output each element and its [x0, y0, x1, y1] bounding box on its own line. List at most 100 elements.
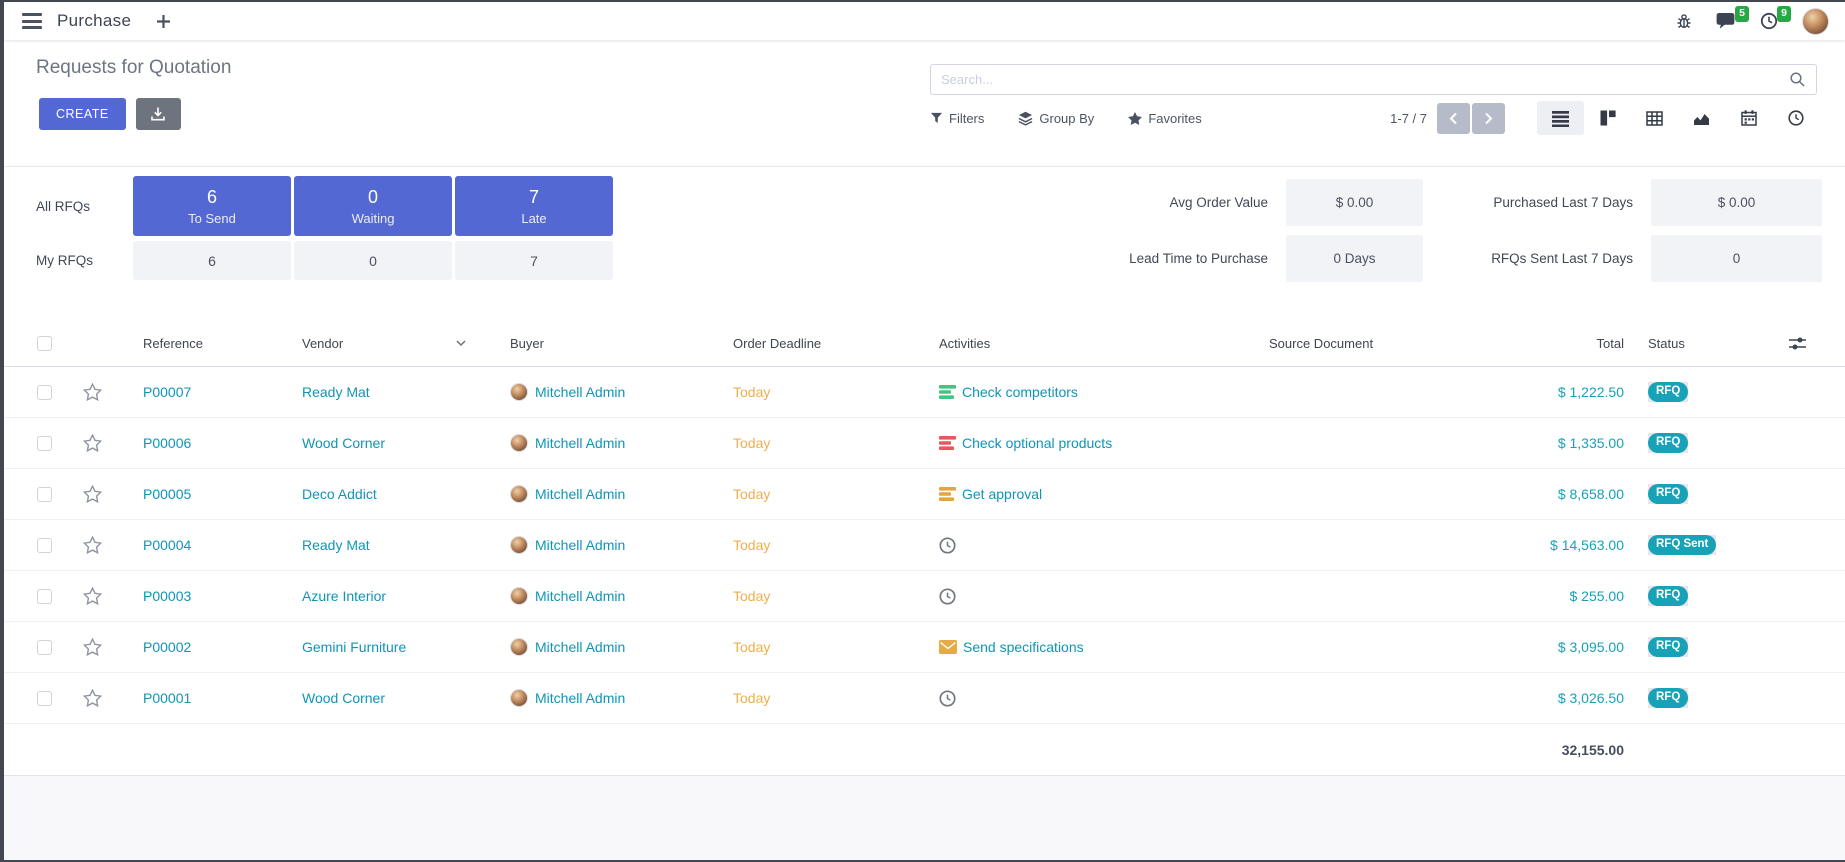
select-all-checkbox[interactable] — [37, 336, 52, 351]
column-header-status[interactable]: Status — [1632, 320, 1774, 366]
clock-activity-icon[interactable] — [939, 588, 956, 605]
vendor-link[interactable]: Gemini Furniture — [302, 639, 406, 655]
reference-link[interactable]: P00004 — [143, 537, 191, 553]
reference-link[interactable]: P00006 — [143, 435, 191, 451]
clock-activity-icon[interactable] — [939, 537, 956, 554]
table-row[interactable]: P00002 Gemini Furniture Mitchell Admin T… — [4, 622, 1845, 673]
favorite-star-icon[interactable] — [83, 383, 102, 401]
kanban-view-button[interactable] — [1584, 101, 1631, 135]
buyer-link[interactable]: Mitchell Admin — [535, 435, 625, 451]
favorite-star-icon[interactable] — [83, 638, 102, 656]
vendor-link[interactable]: Deco Addict — [302, 486, 377, 502]
column-header-buyer[interactable]: Buyer — [484, 320, 704, 366]
table-row[interactable]: P00001 Wood Corner Mitchell Admin Today … — [4, 673, 1845, 724]
graph-view-button[interactable] — [1678, 101, 1725, 135]
column-header-activities[interactable]: Activities — [924, 320, 1244, 366]
column-header-order-deadline[interactable]: Order Deadline — [704, 320, 924, 366]
kpi-grid: Avg Order Value $ 0.00 Purchased Last 7 … — [1044, 179, 1822, 282]
favorites-button[interactable]: Favorites — [1128, 111, 1201, 126]
optional-columns-icon[interactable] — [1789, 336, 1806, 351]
group-by-button[interactable]: Group By — [1018, 111, 1094, 126]
buyer-link[interactable]: Mitchell Admin — [535, 537, 625, 553]
row-checkbox[interactable] — [37, 691, 52, 706]
vendor-link[interactable]: Wood Corner — [302, 690, 385, 706]
row-checkbox[interactable] — [37, 436, 52, 451]
calendar-view-button[interactable] — [1725, 101, 1772, 135]
reference-link[interactable]: P00001 — [143, 690, 191, 706]
app-name[interactable]: Purchase — [57, 11, 131, 31]
search-icon[interactable] — [1789, 71, 1806, 88]
vendor-link[interactable]: Ready Mat — [302, 384, 370, 400]
search-input[interactable] — [931, 72, 1789, 87]
my-late-card[interactable]: 7 — [455, 241, 613, 280]
tasks-icon[interactable] — [939, 384, 956, 400]
list-view-button[interactable] — [1537, 101, 1584, 135]
column-header-vendor[interactable]: Vendor — [291, 320, 484, 366]
activity-link[interactable]: Send specifications — [963, 639, 1084, 655]
favorite-star-icon[interactable] — [83, 689, 102, 707]
buyer-link[interactable]: Mitchell Admin — [535, 486, 625, 502]
calendar-icon — [1741, 110, 1757, 126]
filters-button[interactable]: Filters — [930, 111, 984, 126]
activity-link[interactable]: Check optional products — [962, 435, 1112, 451]
favorite-star-icon[interactable] — [83, 434, 102, 452]
reference-link[interactable]: P00007 — [143, 384, 191, 400]
pager-previous-button[interactable] — [1437, 103, 1470, 134]
export-button[interactable] — [136, 98, 181, 130]
row-checkbox[interactable] — [37, 385, 52, 400]
row-checkbox[interactable] — [37, 589, 52, 604]
table-row[interactable]: P00007 Ready Mat Mitchell Admin Today Ch… — [4, 367, 1845, 418]
activities-clock-icon[interactable]: 9 — [1760, 12, 1778, 30]
search-bar[interactable] — [930, 64, 1817, 95]
vendor-link[interactable]: Azure Interior — [302, 588, 386, 604]
kpi-label: Avg Order Value — [1044, 179, 1268, 226]
to-send-card[interactable]: 6 To Send — [133, 176, 291, 236]
tasks-icon[interactable] — [939, 486, 956, 502]
table-row[interactable]: P00006 Wood Corner Mitchell Admin Today … — [4, 418, 1845, 469]
column-header-total[interactable]: Total — [1434, 320, 1632, 366]
sort-caret-icon[interactable] — [456, 340, 466, 347]
favorite-star-icon[interactable] — [83, 536, 102, 554]
tasks-icon[interactable] — [939, 435, 956, 451]
late-card[interactable]: 7 Late — [455, 176, 613, 236]
apps-menu-icon[interactable] — [22, 13, 42, 29]
create-button[interactable]: CREATE — [39, 98, 126, 130]
vendor-link[interactable]: Wood Corner — [302, 435, 385, 451]
favorite-star-icon[interactable] — [83, 485, 102, 503]
row-checkbox[interactable] — [37, 487, 52, 502]
column-header-source-document[interactable]: Source Document — [1244, 320, 1434, 366]
table-row[interactable]: P00003 Azure Interior Mitchell Admin Tod… — [4, 571, 1845, 622]
row-checkbox[interactable] — [37, 538, 52, 553]
buyer-link[interactable]: Mitchell Admin — [535, 384, 625, 400]
vendor-link[interactable]: Ready Mat — [302, 537, 370, 553]
pager-next-button[interactable] — [1472, 103, 1505, 134]
total-amount: $ 1,222.50 — [1558, 384, 1624, 400]
favorite-star-icon[interactable] — [83, 587, 102, 605]
column-header-reference[interactable]: Reference — [114, 320, 291, 366]
table-row[interactable]: P00005 Deco Addict Mitchell Admin Today … — [4, 469, 1845, 520]
activity-link[interactable]: Check competitors — [962, 384, 1078, 400]
activity-view-button[interactable] — [1772, 101, 1819, 135]
reference-link[interactable]: P00005 — [143, 486, 191, 502]
table-row[interactable]: P00004 Ready Mat Mitchell Admin Today $ … — [4, 520, 1845, 571]
user-avatar[interactable] — [1802, 8, 1829, 35]
order-deadline-value: Today — [733, 690, 770, 706]
bug-icon[interactable] — [1676, 13, 1692, 29]
pivot-view-button[interactable] — [1631, 101, 1678, 135]
row-checkbox[interactable] — [37, 640, 52, 655]
activity-link[interactable]: Get approval — [962, 486, 1042, 502]
reference-link[interactable]: P00002 — [143, 639, 191, 655]
messages-icon[interactable]: 5 — [1716, 12, 1736, 30]
envelope-icon[interactable] — [939, 640, 957, 654]
clock-activity-icon[interactable] — [939, 690, 956, 707]
buyer-link[interactable]: Mitchell Admin — [535, 690, 625, 706]
waiting-card[interactable]: 0 Waiting — [294, 176, 452, 236]
reference-link[interactable]: P00003 — [143, 588, 191, 604]
buyer-link[interactable]: Mitchell Admin — [535, 588, 625, 604]
plus-icon[interactable] — [157, 15, 170, 28]
kpi-label: Purchased Last 7 Days — [1441, 179, 1633, 226]
buyer-link[interactable]: Mitchell Admin — [535, 639, 625, 655]
buyer-avatar — [510, 587, 528, 605]
my-to-send-card[interactable]: 6 — [133, 241, 291, 280]
my-waiting-card[interactable]: 0 — [294, 241, 452, 280]
